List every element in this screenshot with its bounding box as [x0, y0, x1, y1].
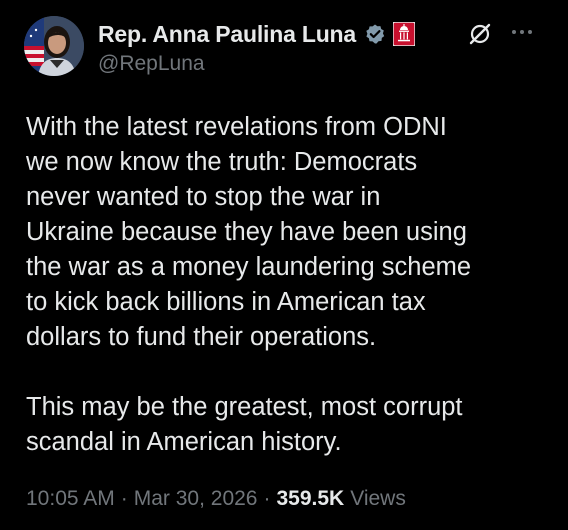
meta-separator: ·: [263, 487, 271, 510]
tweet-time[interactable]: 10:05 AM: [26, 487, 115, 511]
more-dot: [528, 30, 532, 34]
views-count[interactable]: 359.5K: [276, 487, 344, 511]
more-dots-icon[interactable]: [512, 30, 532, 34]
tweet-meta: 10:05 AM · Mar 30, 2026 · 359.5K Views: [26, 487, 406, 511]
avatar[interactable]: [24, 16, 84, 76]
grok-slash-icon[interactable]: [468, 22, 492, 46]
tweet-text-line: With the latest revelations from ODNI: [26, 113, 447, 141]
tweet-text-line: scandal in American history.: [26, 428, 342, 456]
author-handle[interactable]: @RepLuna: [98, 52, 205, 76]
meta-separator: ·: [120, 487, 128, 510]
views-label: Views: [350, 487, 406, 510]
tweet-text-line: dollars to fund their operations.: [26, 323, 377, 351]
profile-photo: [24, 16, 84, 76]
tweet-text-line: to kick back billions in American tax: [26, 288, 426, 316]
verified-gray-check-icon[interactable]: [364, 23, 386, 45]
tweet-text-line: Ukraine because they have been using: [26, 218, 467, 246]
tweet-text-line: the war as a money laundering scheme: [26, 253, 472, 281]
tweet-text: With the latest revelations from ODNI we…: [26, 110, 556, 460]
more-dot: [520, 30, 524, 34]
author-display-name[interactable]: Rep. Anna Paulina Luna: [98, 21, 356, 48]
tweet-date[interactable]: Mar 30, 2026: [134, 487, 258, 511]
tweet-card: Rep. Anna Paulina Luna @RepLuna With the…: [0, 0, 568, 530]
congress-affiliation-icon[interactable]: [393, 22, 415, 46]
more-dot: [512, 30, 516, 34]
tweet-text-line: never wanted to stop the war in: [26, 183, 381, 211]
tweet-text-line: This may be the greatest, most corrupt: [26, 393, 463, 421]
author-name-row: Rep. Anna Paulina Luna: [98, 19, 415, 49]
tweet-text-line: we now know the truth: Democrats: [26, 148, 418, 176]
